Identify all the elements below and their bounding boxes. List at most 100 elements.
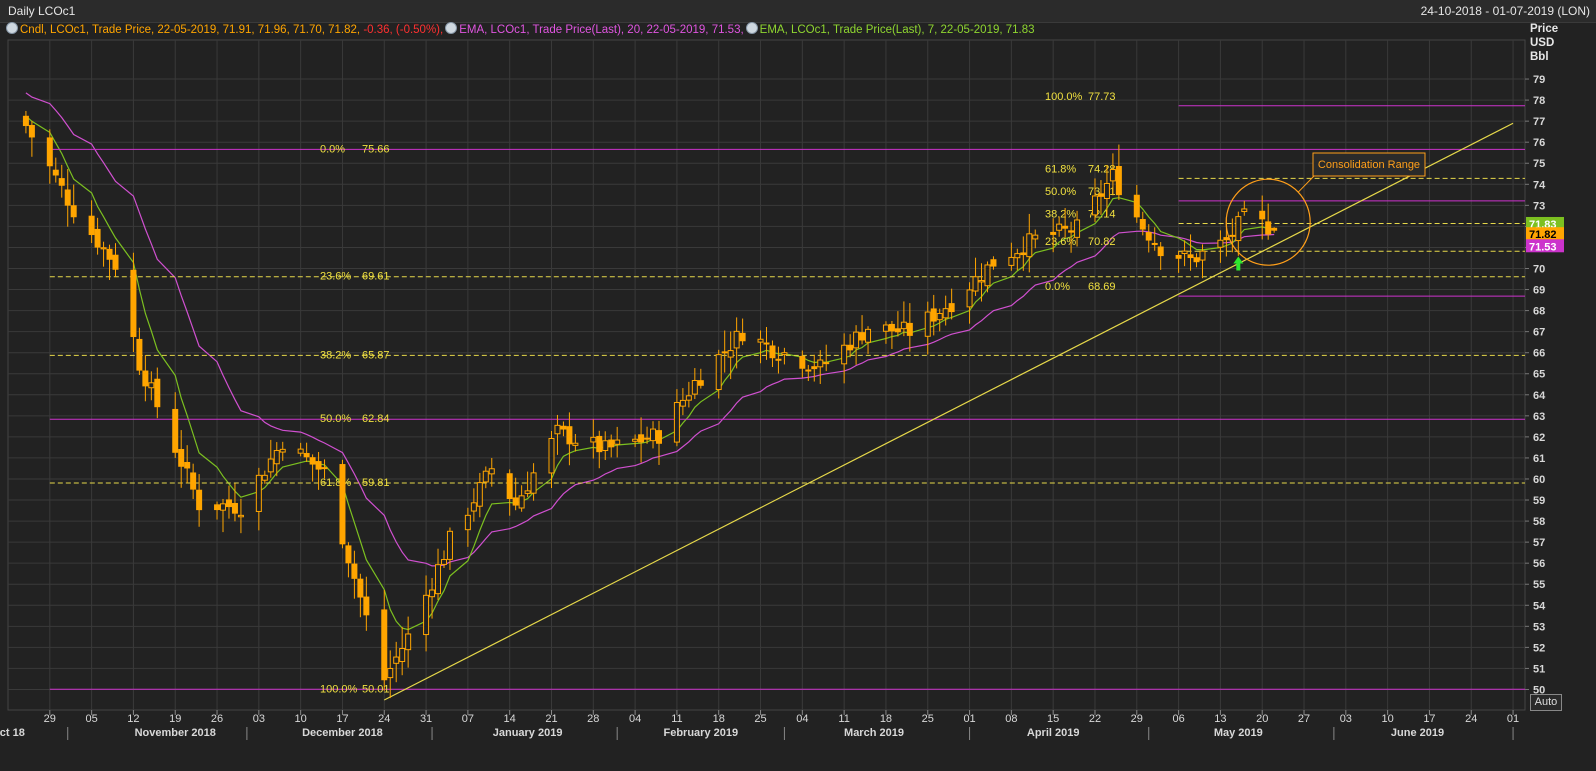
candle-body	[1091, 195, 1098, 216]
candle-body	[632, 438, 639, 442]
candle-body	[894, 328, 901, 333]
candle-body	[608, 439, 615, 448]
x-tick-label: 24	[1465, 713, 1477, 725]
candle-body	[279, 448, 286, 453]
candle-body	[184, 461, 191, 469]
candle-body	[321, 467, 328, 470]
candle-body	[303, 452, 310, 458]
candle-body	[387, 667, 394, 679]
candle-body	[440, 559, 447, 565]
candle-body	[429, 589, 436, 598]
candle-body	[1223, 237, 1230, 241]
candle-body	[942, 308, 949, 319]
fib-level-percent: 50.0%	[320, 413, 351, 425]
candle-body	[130, 269, 137, 338]
candle-body	[1187, 254, 1194, 259]
candle-body	[357, 578, 364, 598]
month-label: March 2019	[844, 727, 904, 739]
x-tick-label: 18	[880, 713, 892, 725]
candle-body	[297, 448, 304, 454]
candle-body	[817, 359, 824, 368]
x-tick-label: 28	[587, 713, 599, 725]
candle-body	[70, 205, 77, 218]
candle-body	[22, 115, 29, 127]
candle-body	[900, 321, 907, 330]
candle-body	[733, 330, 740, 349]
candle-body	[1026, 233, 1033, 258]
x-tick-label: 06	[1172, 713, 1184, 725]
candle-body	[154, 378, 161, 408]
candle-body	[261, 474, 268, 481]
candle-body	[1259, 210, 1266, 220]
candle-body	[1008, 256, 1015, 266]
x-tick-label: 29	[1131, 713, 1143, 725]
candle-body	[841, 344, 848, 365]
candle-body	[345, 545, 352, 564]
x-tick-label: 24	[378, 713, 390, 725]
fib-level-percent: 38.2%	[1045, 208, 1076, 220]
x-tick-label: 26	[211, 713, 223, 725]
x-tick-label: 17	[336, 713, 348, 725]
candle-body	[530, 472, 537, 494]
candle-body	[178, 448, 185, 467]
candle-body	[638, 434, 645, 443]
candle-body	[518, 495, 525, 509]
candle-body	[679, 399, 686, 407]
candle-body	[685, 395, 692, 401]
candle-body	[142, 370, 149, 387]
candle-body	[972, 276, 979, 292]
candle-body	[399, 648, 406, 663]
candle-body	[94, 228, 101, 248]
candle-body	[799, 355, 806, 369]
candle-body	[655, 430, 662, 444]
x-tick-label: 25	[922, 713, 934, 725]
y-tick-label: 76	[1533, 137, 1545, 149]
candle-body	[882, 324, 889, 332]
month-label: Oct 18	[0, 727, 25, 739]
candle-body	[697, 380, 704, 386]
candle-body	[100, 247, 107, 250]
fib-level-percent: 0.0%	[1045, 281, 1070, 293]
candle-body	[28, 124, 35, 138]
candle-body	[64, 189, 71, 206]
candle-body	[1151, 242, 1158, 245]
candle-body	[464, 514, 471, 531]
y-tick-label: 64	[1533, 390, 1546, 402]
y-tick-label: 60	[1533, 474, 1545, 486]
fib-level-percent: 0.0%	[320, 143, 345, 155]
candle-body	[1229, 234, 1236, 237]
candle-body	[435, 564, 442, 595]
candle-body	[1235, 216, 1242, 242]
candle-body	[1217, 239, 1224, 248]
candle-body	[1103, 182, 1110, 200]
candle-body	[1014, 253, 1021, 259]
candle-body	[930, 308, 937, 322]
x-tick-label: 08	[1005, 713, 1017, 725]
candle-body	[614, 439, 621, 445]
x-tick-label: 31	[420, 713, 432, 725]
annotation-label: Consolidation Range	[1318, 159, 1420, 171]
candle-body	[602, 440, 609, 451]
candle-body	[88, 215, 95, 236]
candle-body	[255, 474, 262, 512]
last-value-label: 71.53	[1529, 241, 1557, 253]
candle-body	[405, 633, 412, 651]
fib-level-value: 62.84	[362, 413, 390, 425]
y-tick-label: 63	[1533, 411, 1545, 423]
price-chart[interactable]: 5051525354555657585960616263646566676869…	[0, 0, 1596, 771]
candle-body	[1109, 169, 1116, 182]
candle-body	[990, 259, 997, 267]
candle-body	[1133, 194, 1140, 218]
fib-level-value: 59.81	[362, 477, 390, 489]
candle-body	[853, 331, 860, 349]
y-tick-label: 73	[1533, 200, 1545, 212]
auto-scale-button[interactable]: Auto	[1530, 694, 1562, 711]
candle-body	[488, 468, 495, 475]
month-label: June 2019	[1391, 727, 1444, 739]
candle-body	[446, 530, 453, 560]
y-tick-label: 55	[1533, 579, 1545, 591]
x-tick-label: 25	[754, 713, 766, 725]
x-tick-label: 19	[169, 713, 181, 725]
x-tick-label: 01	[1507, 713, 1519, 725]
fib-level-percent: 100.0%	[320, 683, 358, 695]
